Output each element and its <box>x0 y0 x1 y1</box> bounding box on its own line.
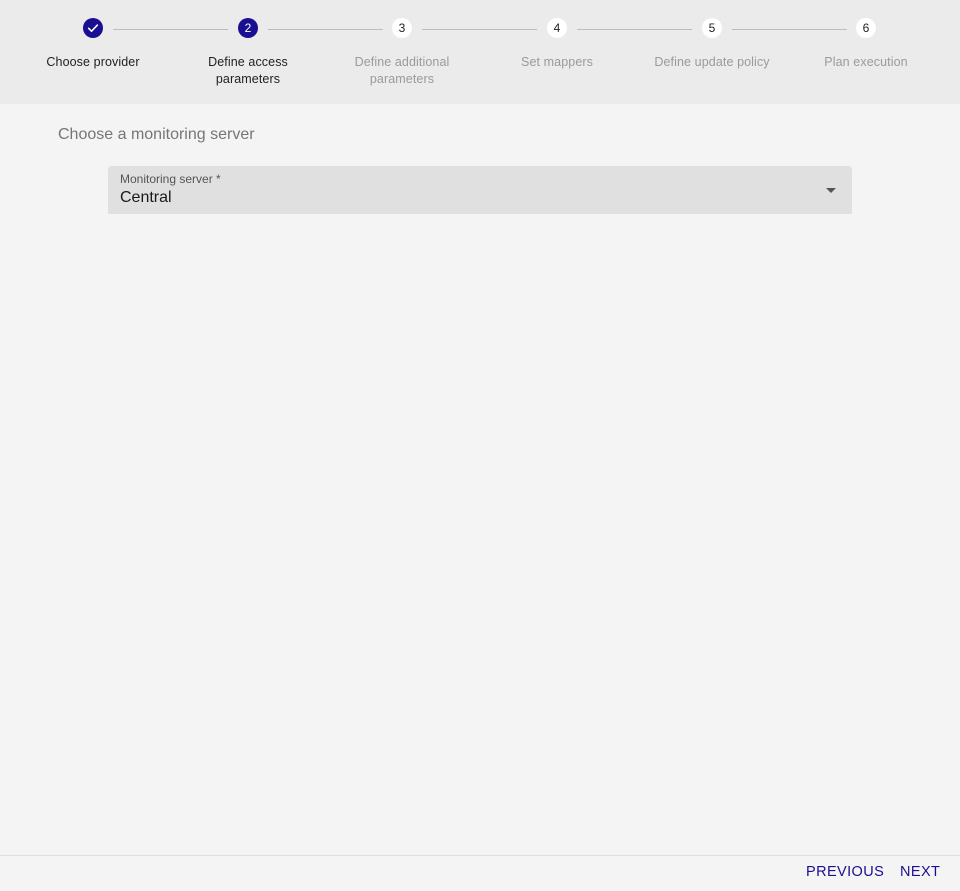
next-button[interactable]: NEXT <box>900 864 940 880</box>
wizard-page: Choose provider 2 Define access paramete… <box>0 0 960 891</box>
step-1-circle <box>83 18 103 38</box>
step-set-mappers[interactable]: 4 Set mappers <box>480 18 634 71</box>
step-6-label: Plan execution <box>824 55 908 69</box>
step-3-circle: 3 <box>392 18 412 38</box>
stepper: Choose provider 2 Define access paramete… <box>0 0 960 104</box>
monitoring-server-value: Central <box>120 189 172 206</box>
step-5-circle: 5 <box>702 18 722 38</box>
step-define-additional-parameters[interactable]: 3 Define additional parameters <box>325 18 479 88</box>
step-2-label: Define access parameters <box>208 55 288 86</box>
monitoring-server-select[interactable]: Monitoring server * Central <box>108 166 852 214</box>
step-4-circle: 4 <box>547 18 567 38</box>
monitoring-server-label: Monitoring server * <box>120 172 221 186</box>
step-choose-provider[interactable]: Choose provider <box>16 18 170 71</box>
step-define-access-parameters[interactable]: 2 Define access parameters <box>171 18 325 88</box>
wizard-footer: PREVIOUS NEXT <box>0 855 960 891</box>
previous-button[interactable]: PREVIOUS <box>806 864 884 880</box>
step-4-label: Set mappers <box>521 55 593 69</box>
section-title: Choose a monitoring server <box>58 126 255 143</box>
step-5-label: Define update policy <box>654 55 770 69</box>
dropdown-arrow-icon <box>826 188 836 193</box>
step-3-label: Define additional parameters <box>354 55 450 86</box>
step-2-circle: 2 <box>238 18 258 38</box>
step-1-label: Choose provider <box>46 55 140 69</box>
step-6-circle: 6 <box>856 18 876 38</box>
step-define-update-policy[interactable]: 5 Define update policy <box>635 18 789 71</box>
check-icon <box>86 21 100 35</box>
step-plan-execution[interactable]: 6 Plan execution <box>789 18 943 71</box>
